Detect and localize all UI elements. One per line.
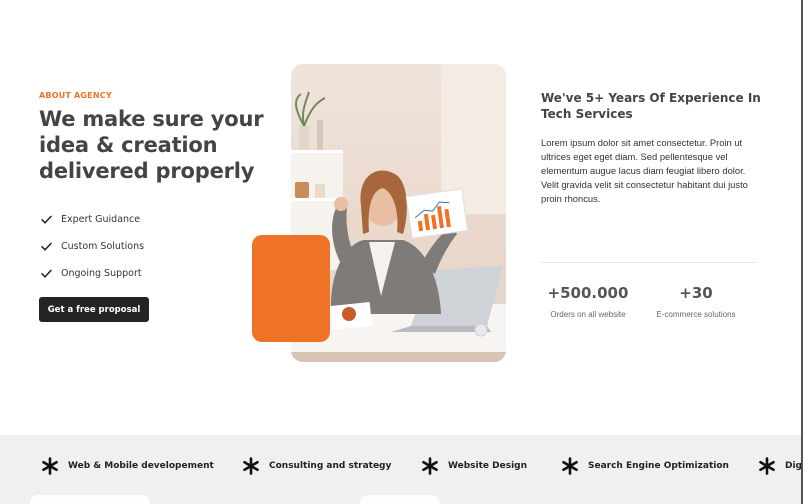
- service-label: Website Design: [448, 461, 528, 471]
- service-label: Dig: [785, 461, 802, 471]
- asterisk-icon: [562, 457, 578, 475]
- feature-label: Ongoing Support: [61, 268, 142, 279]
- asterisk-icon: [42, 457, 58, 475]
- section-eyebrow: ABOUT AGENCY: [39, 91, 112, 100]
- check-icon: [41, 215, 52, 224]
- service-item: Consulting and strategy: [242, 455, 391, 477]
- check-icon: [41, 269, 52, 278]
- check-icon: [41, 242, 52, 251]
- asterisk-icon: [243, 457, 259, 475]
- feature-item: Custom Solutions: [40, 233, 144, 260]
- service-label: Search Engine Optimization: [588, 461, 729, 471]
- stat-value: +500.000: [547, 284, 629, 302]
- service-label: Consulting and strategy: [269, 461, 392, 471]
- accent-block: [252, 235, 330, 342]
- get-proposal-button[interactable]: Get a free proposal: [39, 297, 149, 322]
- feature-label: Expert Guidance: [61, 214, 141, 225]
- service-item: Search Engine Optimization: [561, 455, 729, 477]
- feature-list: Expert Guidance Custom Solutions Ongoing…: [40, 206, 144, 287]
- marquee-decoration: [360, 495, 440, 504]
- services-marquee: Web & Mobile developement Consulting and…: [0, 435, 803, 504]
- service-label: Web & Mobile developement: [68, 461, 214, 471]
- feature-label: Custom Solutions: [61, 241, 145, 252]
- service-item: Dig: [758, 455, 802, 477]
- stat-orders: +500.000 Orders on all website: [540, 284, 636, 319]
- stat-value: +30: [679, 284, 713, 302]
- stat-label: E-commerce solutions: [656, 310, 736, 319]
- section-headline: We make sure your idea & creation delive…: [39, 107, 264, 183]
- service-item: Website Design: [421, 455, 527, 477]
- service-item: Web & Mobile developement: [41, 455, 214, 477]
- experience-description: Lorem ipsum dolor sit amet consectetur. …: [541, 137, 748, 204]
- feature-item: Expert Guidance: [40, 206, 144, 233]
- stats-divider: [541, 262, 757, 263]
- marquee-decoration: [30, 495, 150, 504]
- experience-title: We've 5+ Years Of Experience In Tech Ser…: [541, 91, 761, 121]
- stat-solutions: +30 E-commerce solutions: [646, 284, 746, 319]
- asterisk-icon: [759, 457, 775, 475]
- stat-label: Orders on all website: [550, 310, 626, 319]
- about-section: ABOUT AGENCY We make sure your idea & cr…: [0, 0, 803, 504]
- feature-item: Ongoing Support: [40, 260, 144, 287]
- hero-image-group: [252, 64, 507, 362]
- asterisk-icon: [422, 457, 438, 475]
